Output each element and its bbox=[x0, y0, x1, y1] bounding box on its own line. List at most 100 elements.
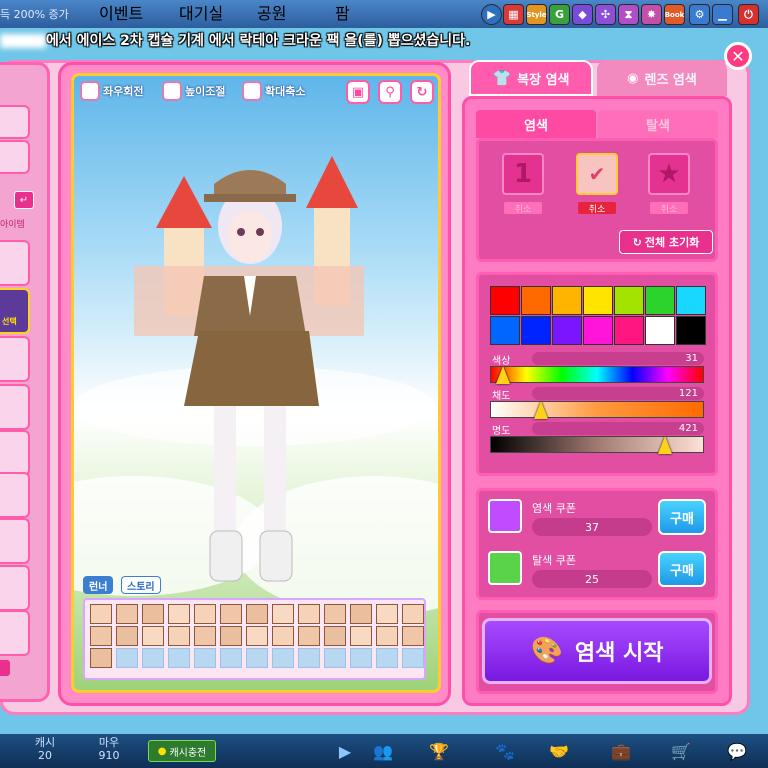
character-face-slot[interactable] bbox=[142, 626, 164, 646]
tab-story[interactable]: 스토리 bbox=[121, 576, 161, 594]
character-face-slot[interactable] bbox=[298, 626, 320, 646]
empty-face-slot[interactable] bbox=[350, 648, 372, 668]
item-slot[interactable] bbox=[0, 384, 30, 430]
height-button[interactable]: 높이조절 bbox=[162, 78, 225, 104]
minimize-icon[interactable]: ▁ bbox=[712, 4, 733, 25]
color-swatch[interactable] bbox=[614, 286, 644, 315]
item-slot[interactable] bbox=[0, 336, 30, 382]
rotate-button[interactable]: 좌우회전 bbox=[80, 78, 143, 104]
character-face-slot[interactable] bbox=[402, 604, 424, 624]
character-face-slot[interactable] bbox=[324, 604, 346, 624]
character-face-slot[interactable] bbox=[376, 604, 398, 624]
saturation-slider-thumb[interactable] bbox=[534, 401, 549, 419]
color-swatch[interactable] bbox=[676, 286, 706, 315]
item-slot[interactable] bbox=[0, 472, 30, 518]
tab-outfit-dye[interactable]: 👕 복장 염색 bbox=[469, 60, 593, 96]
color-swatch[interactable] bbox=[614, 316, 644, 345]
empty-face-slot[interactable] bbox=[402, 648, 424, 668]
character-face-slot[interactable] bbox=[376, 626, 398, 646]
refresh-icon[interactable]: ↻ bbox=[410, 80, 434, 104]
empty-face-slot[interactable] bbox=[246, 648, 268, 668]
item-slot-selected[interactable]: 선택 bbox=[0, 288, 30, 334]
character-face-slot[interactable] bbox=[350, 604, 372, 624]
color-swatch[interactable] bbox=[552, 316, 582, 345]
cart-icon[interactable]: 🛒 bbox=[670, 740, 692, 762]
friends-icon[interactable]: 👥 bbox=[372, 740, 394, 762]
character-face-slot[interactable] bbox=[116, 626, 138, 646]
cube-icon[interactable]: ◆ bbox=[572, 4, 593, 25]
trophy-icon[interactable]: 🏆 bbox=[428, 740, 450, 762]
hue-slider-thumb[interactable] bbox=[495, 366, 510, 384]
empty-face-slot[interactable] bbox=[272, 648, 294, 668]
slot-1[interactable]: 1 bbox=[502, 153, 544, 195]
store-icon[interactable]: ▦ bbox=[503, 4, 524, 25]
buy-dye-coupon-button[interactable]: 구매 bbox=[658, 499, 706, 535]
empty-face-slot[interactable] bbox=[324, 648, 346, 668]
style-icon[interactable]: Style bbox=[526, 4, 547, 25]
character-face-slot[interactable] bbox=[350, 626, 372, 646]
subtab-bleach[interactable]: 탈색 bbox=[598, 110, 718, 138]
character-face-slot[interactable] bbox=[402, 626, 424, 646]
empty-face-slot[interactable] bbox=[220, 648, 242, 668]
menu-farm[interactable]: 팜 bbox=[335, 0, 411, 24]
play-icon[interactable]: ▶ bbox=[481, 4, 502, 25]
empty-face-slot[interactable] bbox=[298, 648, 320, 668]
book-icon[interactable]: Book bbox=[664, 4, 685, 25]
color-swatch[interactable] bbox=[552, 286, 582, 315]
character-face-slot[interactable] bbox=[116, 604, 138, 624]
paw-icon[interactable]: 🐾 bbox=[494, 740, 516, 762]
tab-lens-dye[interactable]: ◉ 렌즈 염색 bbox=[597, 60, 727, 96]
power-icon[interactable]: ⏻ bbox=[738, 4, 759, 25]
g-icon[interactable]: G bbox=[549, 4, 570, 25]
character-face-slot[interactable] bbox=[272, 604, 294, 624]
slot-1-cancel[interactable]: 취소 bbox=[504, 202, 542, 215]
character-face-slot[interactable] bbox=[142, 604, 164, 624]
item-slot[interactable] bbox=[0, 565, 30, 611]
buy-bleach-coupon-button[interactable]: 구매 bbox=[658, 551, 706, 587]
close-icon[interactable]: ✕ bbox=[724, 42, 752, 70]
color-swatch[interactable] bbox=[521, 286, 551, 315]
play-icon[interactable]: ▶ bbox=[334, 740, 356, 762]
character-face-slot[interactable] bbox=[168, 604, 190, 624]
character-face-slot[interactable] bbox=[194, 604, 216, 624]
zoom-button[interactable]: 확대축소 bbox=[242, 78, 305, 104]
slot-star-cancel[interactable]: 취소 bbox=[650, 202, 688, 215]
saturation-slider[interactable] bbox=[490, 401, 704, 418]
character-face-slot[interactable] bbox=[272, 626, 294, 646]
character-face-slot[interactable] bbox=[90, 626, 112, 646]
color-swatch[interactable] bbox=[583, 316, 613, 345]
menu-park[interactable]: 공원 bbox=[257, 0, 333, 24]
character-face-slot[interactable] bbox=[298, 604, 320, 624]
item-slot[interactable] bbox=[0, 518, 30, 564]
tab-runner[interactable]: 런너 bbox=[83, 576, 114, 594]
color-swatch[interactable] bbox=[583, 286, 613, 315]
character-face-slot[interactable] bbox=[220, 626, 242, 646]
walk-icon[interactable]: ⚲ bbox=[378, 80, 402, 104]
menu-event[interactable]: 이벤트 bbox=[99, 0, 177, 24]
star-icon[interactable]: ✸ bbox=[641, 4, 662, 25]
color-swatch[interactable] bbox=[521, 316, 551, 345]
hourglass-icon[interactable]: ⧗ bbox=[618, 4, 639, 25]
chat-icon[interactable]: 💬 bbox=[726, 740, 748, 762]
cash-charge-button[interactable]: ● 캐시충전 bbox=[148, 740, 216, 762]
gear-icon[interactable]: ⚙ bbox=[689, 4, 710, 25]
item-slot[interactable] bbox=[0, 430, 30, 476]
item-slot[interactable] bbox=[0, 610, 30, 656]
brightness-slider-thumb[interactable] bbox=[658, 436, 673, 454]
empty-face-slot[interactable] bbox=[194, 648, 216, 668]
photo-icon[interactable]: ▣ bbox=[346, 80, 370, 104]
character-face-slot[interactable] bbox=[220, 604, 242, 624]
empty-face-slot[interactable] bbox=[116, 648, 138, 668]
empty-face-slot[interactable] bbox=[168, 648, 190, 668]
slot-check[interactable]: ✔ bbox=[576, 153, 618, 195]
slot-check-cancel[interactable]: 취소 bbox=[578, 202, 616, 215]
color-swatch[interactable] bbox=[645, 316, 675, 345]
character-face-slot[interactable] bbox=[90, 604, 112, 624]
item-slot[interactable] bbox=[0, 240, 30, 286]
scroll-handle[interactable] bbox=[0, 660, 10, 676]
character-face-slot[interactable] bbox=[90, 648, 112, 668]
color-swatch[interactable] bbox=[490, 316, 520, 345]
character-face-slot[interactable] bbox=[246, 604, 268, 624]
character-face-slot[interactable] bbox=[168, 626, 190, 646]
reset-all-button[interactable]: ↻ 전체 초기화 bbox=[619, 230, 713, 254]
